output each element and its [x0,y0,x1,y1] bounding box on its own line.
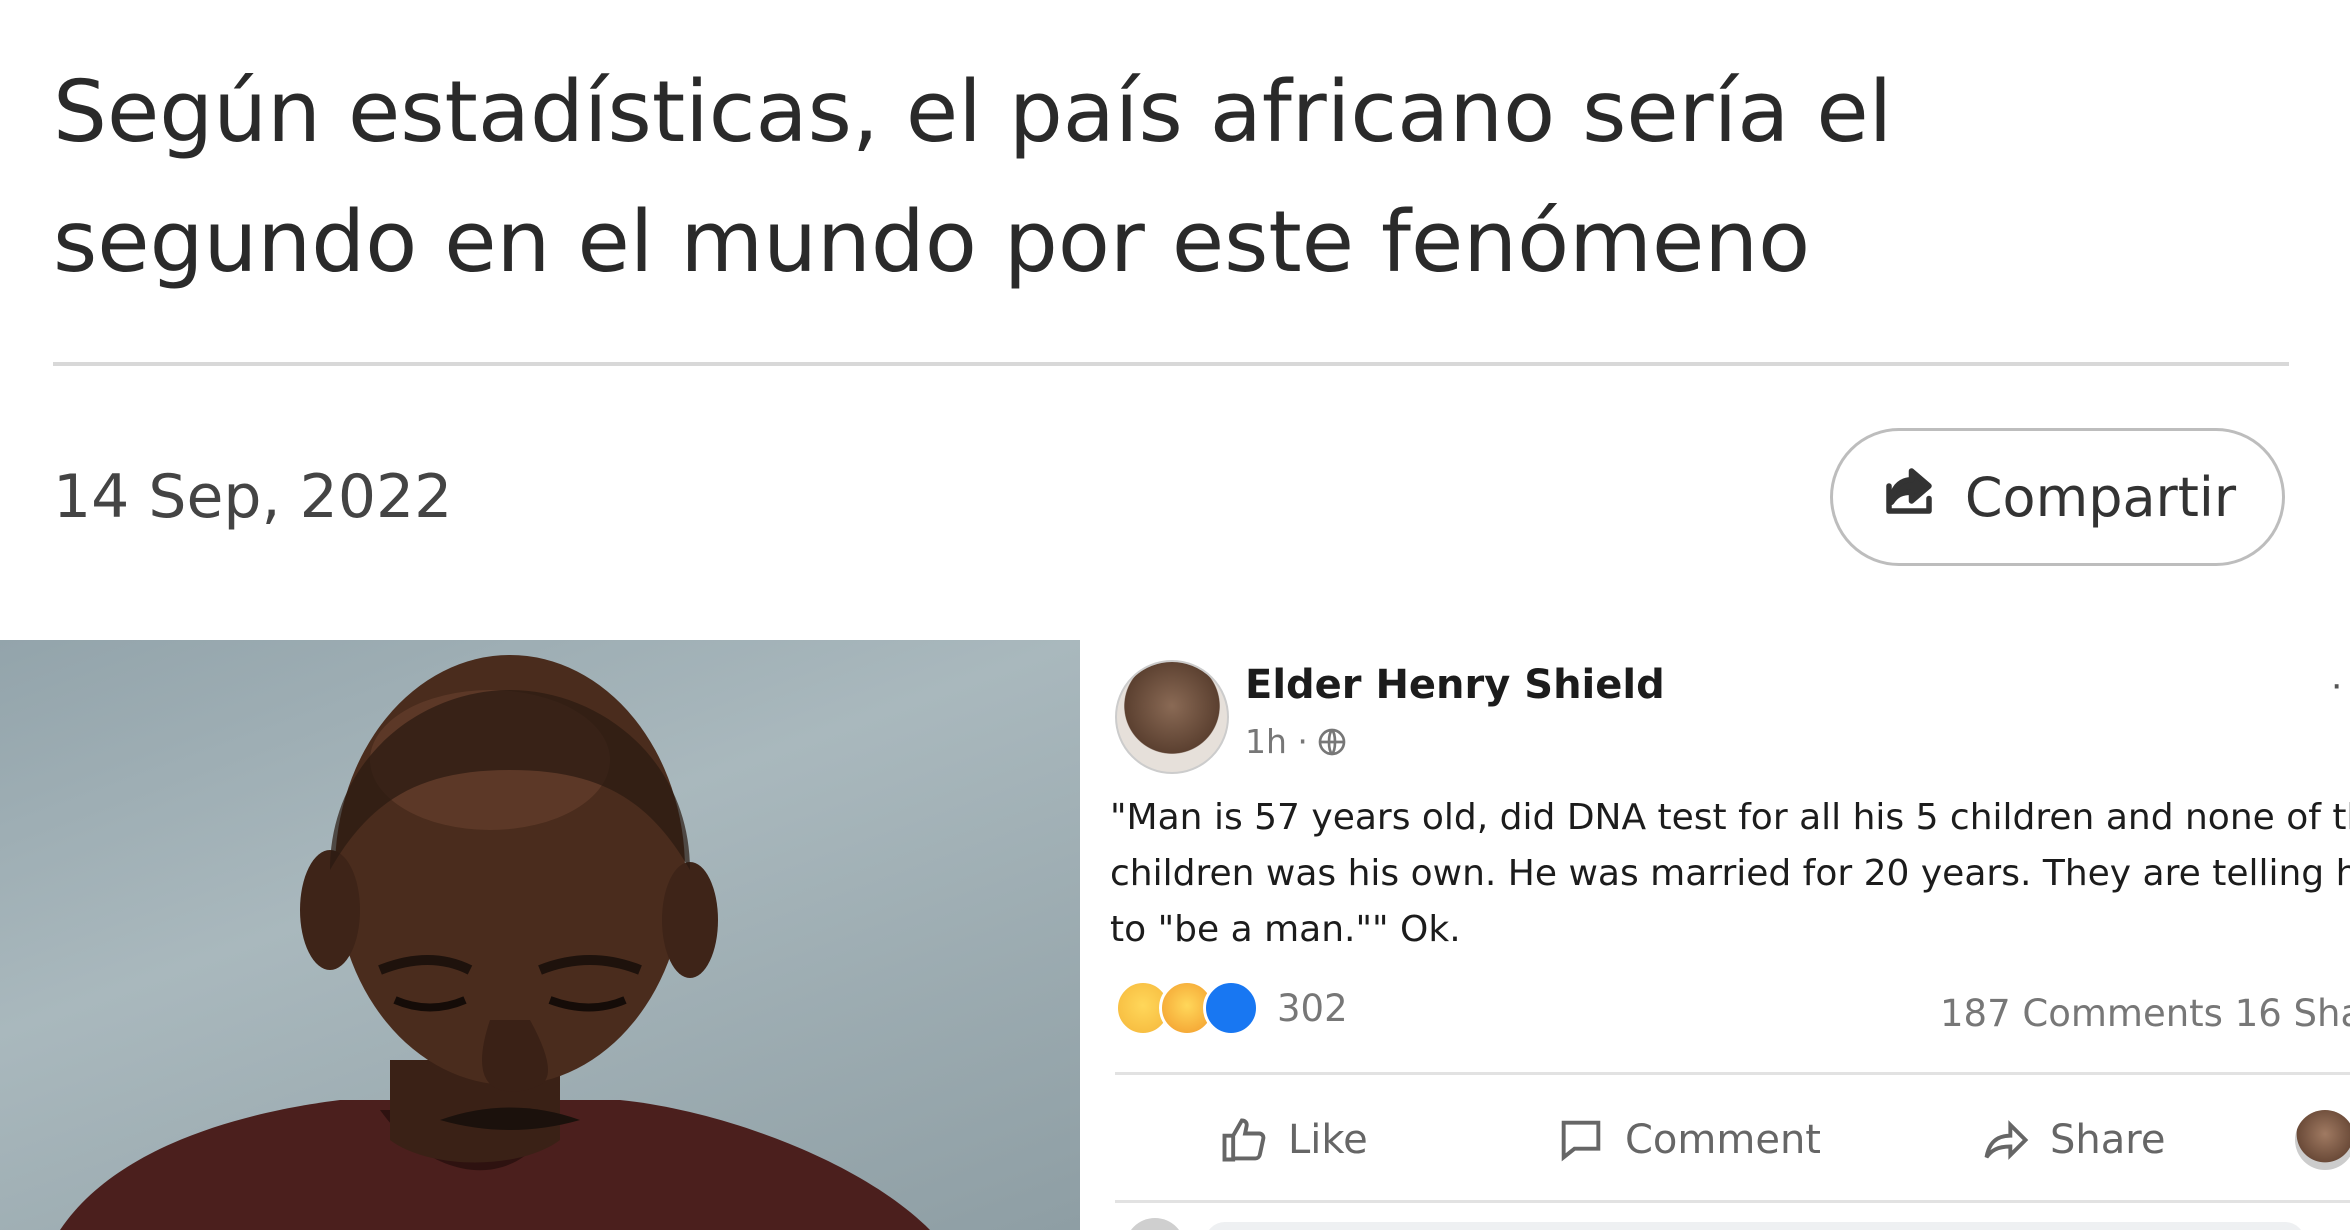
post-actions: Like Comment Share [1080,1095,2350,1185]
post-stats[interactable]: 187 Comments 16 Shares [1940,992,2350,1035]
like-label: Like [1288,1117,1368,1163]
share-post-button[interactable]: Share [1980,1095,2165,1185]
share-label: Share [2050,1117,2166,1163]
thumbs-up-icon [1222,1118,1266,1162]
share-button[interactable]: Compartir [1830,428,2285,566]
comment-button[interactable]: Comment [1555,1095,1821,1185]
post-time-label: 1h · [1245,722,1308,761]
ellipsis-icon[interactable]: · [2330,662,2343,707]
comment-label: Comment [1625,1117,1821,1163]
article-date: 14 Sep, 2022 [53,462,453,532]
author-avatar[interactable] [1115,660,1229,774]
article-photo [0,640,1080,1230]
comment-icon [1561,1120,1601,1162]
comment-preview [1205,1222,2305,1230]
like-reaction-icon [1203,980,1259,1036]
globe-icon [1318,728,1346,755]
like-button[interactable]: Like [1218,1095,1368,1185]
article-headline: Según estadísticas, el país africano ser… [53,63,1893,292]
actions-divider-bottom [1115,1200,2350,1203]
actions-divider-top [1115,1072,2350,1075]
reactions-summary[interactable]: 302 [1115,980,1348,1036]
share-button-label: Compartir [1964,465,2237,529]
post-author-name[interactable]: Elder Henry Shield [1245,662,1665,708]
post-time: 1h · [1245,722,1348,761]
viewer-avatar[interactable] [2295,1110,2350,1170]
comment-avatar [1125,1218,1185,1230]
post-text: "Man is 57 years old, did DNA test for a… [1110,797,2350,950]
share-arrow-icon [1984,1120,2029,1160]
share-icon [1879,461,1939,534]
reaction-count: 302 [1277,986,1348,1030]
person-photo [60,655,930,1230]
headline-divider [53,362,2289,366]
facebook-post-card: Elder Henry Shield 1h · · "Man is 57 yea… [1080,640,2350,1230]
